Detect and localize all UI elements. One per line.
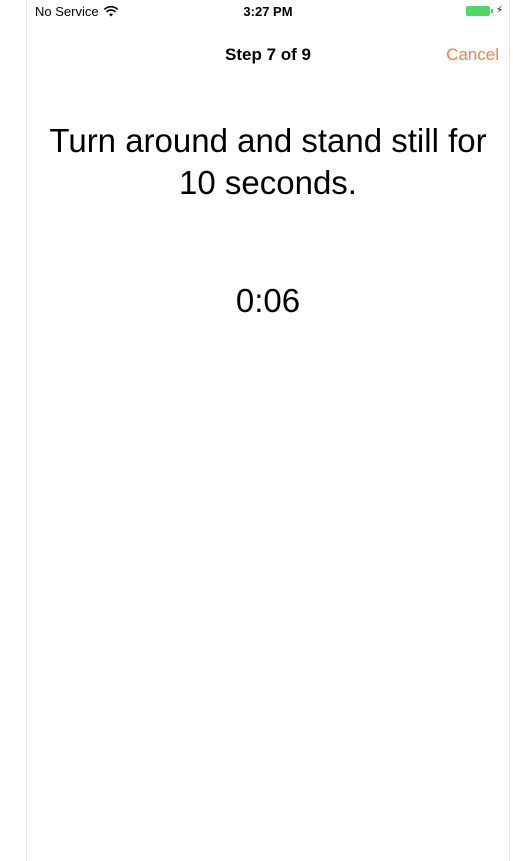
stage: No Service 3:27 PM ⚡ Step 7 of 9 Cancel … bbox=[0, 0, 513, 861]
status-bar: No Service 3:27 PM ⚡ bbox=[27, 0, 509, 24]
step-title: Step 7 of 9 bbox=[225, 45, 311, 64]
phone-screen: No Service 3:27 PM ⚡ Step 7 of 9 Cancel … bbox=[26, 0, 510, 861]
cancel-button[interactable]: Cancel bbox=[446, 45, 499, 65]
charging-bolt-icon: ⚡ bbox=[495, 5, 503, 16]
countdown-timer: 0:06 bbox=[235, 282, 301, 319]
navigation-bar: Step 7 of 9 Cancel bbox=[27, 24, 509, 88]
instruction-text: Turn around and stand still for 10 secon… bbox=[49, 122, 487, 201]
battery-level bbox=[465, 6, 490, 16]
status-time: 3:27 PM bbox=[243, 4, 293, 19]
battery-icon: ⚡ bbox=[465, 5, 503, 16]
battery-tip bbox=[490, 9, 493, 13]
